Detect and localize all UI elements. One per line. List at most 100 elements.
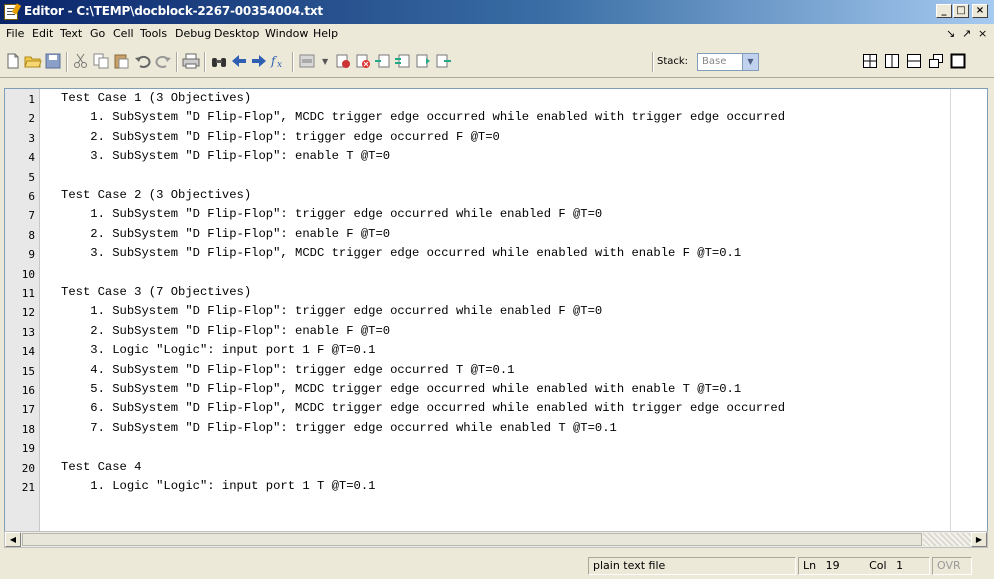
redo-icon[interactable]	[154, 52, 172, 70]
right-margin-line	[950, 89, 951, 531]
open-folder-icon[interactable]	[24, 52, 42, 70]
stack-dropdown[interactable]: Base ▼	[697, 53, 759, 71]
code-line[interactable]: 2. SubSystem "D Flip-Flop": enable F @T=…	[61, 227, 390, 241]
scroll-left-button[interactable]: ◀	[5, 532, 21, 547]
toolbar: fx ▼ Stack: Base ▼	[0, 45, 994, 78]
menu-bar: File Edit Text Go Cell Tools Debug Deskt…	[0, 24, 994, 45]
copy-icon[interactable]	[92, 52, 110, 70]
horizontal-scrollbar[interactable]: ◀ ▶	[4, 531, 988, 548]
back-icon[interactable]	[230, 52, 248, 70]
code-line[interactable]: 2. SubSystem "D Flip-Flop": enable F @T=…	[61, 324, 390, 338]
new-file-icon[interactable]	[4, 52, 22, 70]
cursor-position-status: Ln 19 Col 1	[798, 557, 930, 575]
undock-arrow-icon[interactable]: ↘	[946, 27, 955, 40]
code-line[interactable]: Test Case 4	[61, 460, 141, 474]
print-icon[interactable]	[182, 52, 200, 70]
title-bar[interactable]: Editor - C:\TEMP\docblock-2267-00354004.…	[0, 0, 994, 24]
line-number: 4	[28, 151, 35, 165]
toolbar-separator	[204, 52, 206, 72]
code-line[interactable]: 4. SubSystem "D Flip-Flop": trigger edge…	[61, 363, 514, 377]
code-line[interactable]: 6. SubSystem "D Flip-Flop", MCDC trigger…	[61, 401, 785, 415]
code-line[interactable]: 3. SubSystem "D Flip-Flop", MCDC trigger…	[61, 246, 741, 260]
line-number: 11	[21, 287, 35, 300]
split-vertical-icon[interactable]	[884, 53, 900, 69]
menu-go[interactable]: Go	[90, 27, 105, 40]
line-number: 6	[28, 190, 35, 203]
maximize-button[interactable]: □	[953, 4, 969, 18]
ln-value: 19	[825, 559, 840, 572]
line-number: 1	[28, 93, 35, 106]
line-number: 19	[21, 442, 35, 456]
toolbar-separator	[292, 52, 294, 72]
line-number: 17	[21, 403, 35, 417]
code-line[interactable]: Test Case 3 (7 Objectives)	[61, 285, 251, 299]
menu-text[interactable]: Text	[60, 27, 82, 40]
save-icon[interactable]	[44, 52, 62, 70]
menu-help[interactable]: Help	[313, 27, 338, 40]
cell-icon[interactable]	[298, 52, 316, 70]
maximize-pane-icon[interactable]	[950, 53, 966, 69]
forward-icon[interactable]	[250, 52, 268, 70]
step-in-icon[interactable]	[374, 52, 392, 70]
file-type-status: plain text file	[588, 557, 796, 575]
line-number: 9	[28, 248, 35, 262]
close-button[interactable]: ×	[972, 4, 988, 18]
code-line[interactable]: 1. SubSystem "D Flip-Flop", MCDC trigger…	[61, 110, 785, 124]
clear-breakpoints-icon[interactable]	[334, 52, 352, 70]
line-number: 14	[21, 345, 35, 359]
line-number: 8	[28, 228, 35, 242]
line-number: 3	[28, 131, 35, 145]
code-line[interactable]: 1. SubSystem "D Flip-Flop": trigger edge…	[61, 304, 602, 318]
code-line[interactable]: 1. Logic "Logic": input port 1 T @T=0.1	[61, 479, 375, 493]
step-icon[interactable]	[354, 52, 372, 70]
cut-icon[interactable]	[72, 52, 90, 70]
menu-window[interactable]: Window	[265, 27, 308, 40]
float-icon[interactable]	[928, 53, 944, 69]
toolbar-separator	[176, 52, 178, 72]
code-line[interactable]: Test Case 2 (3 Objectives)	[61, 188, 251, 202]
minimize-button[interactable]: _	[936, 4, 952, 18]
line-number: 15	[21, 364, 35, 378]
exit-debug-icon[interactable]	[434, 52, 452, 70]
overwrite-mode-status: OVR	[932, 557, 972, 575]
tile-icon[interactable]	[862, 53, 878, 69]
step-out-icon[interactable]	[394, 52, 412, 70]
code-line[interactable]: 7. SubSystem "D Flip-Flop": trigger edge…	[61, 421, 617, 435]
svg-text:▼: ▼	[322, 57, 329, 66]
code-line[interactable]: 1. SubSystem "D Flip-Flop": trigger edge…	[61, 207, 602, 221]
dock-arrow-icon[interactable]: ↗	[962, 27, 971, 40]
menu-file[interactable]: File	[6, 27, 24, 40]
close-document-icon[interactable]: ×	[978, 27, 987, 40]
editor-app-icon	[4, 4, 18, 20]
paste-icon[interactable]	[112, 52, 130, 70]
chevron-down-icon[interactable]: ▼	[742, 54, 758, 70]
continue-icon[interactable]	[414, 52, 432, 70]
code-line[interactable]: Test Case 1 (3 Objectives)	[61, 91, 251, 105]
code-line[interactable]: 2. SubSystem "D Flip-Flop": trigger edge…	[61, 130, 500, 144]
window-title: Editor - C:\TEMP\docblock-2267-00354004.…	[24, 4, 323, 18]
scrollbar-thumb[interactable]	[22, 533, 922, 546]
find-icon[interactable]	[210, 52, 228, 70]
menu-edit[interactable]: Edit	[32, 27, 53, 40]
line-number: 13	[21, 325, 35, 339]
status-bar: plain text file Ln 19 Col 1 OVR	[0, 552, 994, 579]
line-number: 21	[21, 481, 35, 494]
undo-icon[interactable]	[134, 52, 152, 70]
scroll-right-button[interactable]: ▶	[971, 532, 987, 547]
editor-pane[interactable]: 1 Test Case 1 (3 Objectives) 2 1. SubSyste…	[4, 88, 988, 532]
menu-debug[interactable]: Debug	[175, 27, 211, 40]
toolbar-separator	[66, 52, 68, 72]
ln-label: Ln	[803, 559, 817, 572]
toolbar-separator	[652, 52, 654, 72]
menu-desktop[interactable]: Desktop	[214, 27, 259, 40]
code-line[interactable]: 3. Logic "Logic": input port 1 F @T=0.1	[61, 343, 375, 357]
line-number: 7	[28, 209, 35, 223]
split-horizontal-icon[interactable]	[906, 53, 922, 69]
code-line[interactable]: 3. SubSystem "D Flip-Flop": enable T @T=…	[61, 149, 390, 163]
code-line[interactable]: 5. SubSystem "D Flip-Flop", MCDC trigger…	[61, 382, 741, 396]
function-icon[interactable]: fx	[270, 52, 288, 70]
col-value: 1	[896, 559, 904, 572]
col-label: Col	[869, 559, 887, 572]
menu-cell[interactable]: Cell	[113, 27, 134, 40]
menu-tools[interactable]: Tools	[140, 27, 167, 40]
